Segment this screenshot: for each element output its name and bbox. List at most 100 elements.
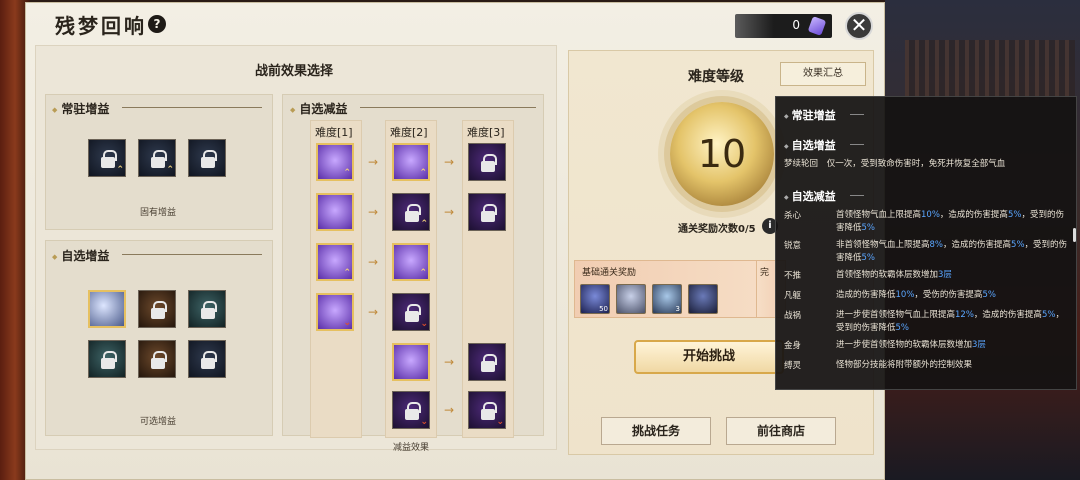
arrow-icon: → [444,155,455,169]
debuff-slot[interactable]: ⌃ [392,193,430,231]
page-title: 残梦回响 [55,14,147,38]
base-reward-label: 基础通关奖励 [582,268,637,278]
upgrade-icon: ⌃ [420,219,428,229]
reward-item-pouch[interactable] [616,284,646,314]
lock-icon [405,204,421,222]
optional-buff-slot[interactable] [138,340,176,378]
arrow-icon: → [444,403,455,417]
debuff-slot[interactable]: ⌄ [392,391,430,429]
arrow-icon: → [368,155,379,169]
reward-qty: 3 [675,305,680,313]
lock-icon [101,150,117,168]
challenge-task-button[interactable]: 挑战任务 [601,417,711,445]
effect-name: 杀心 [784,211,802,221]
go-to-shop-button[interactable]: 前往商店 [726,417,836,445]
lock-icon [405,304,421,322]
downgrade-icon: ⌄ [420,417,428,427]
debuff-slot-selected[interactable]: ⌃ [316,243,354,281]
upgrade-icon: ⌃ [419,268,427,278]
debuffs-footer: 减益效果 [393,443,430,453]
effect-name: 不推 [784,271,802,281]
tooltip-debuff-header: 自选减益 [784,188,836,204]
optional-buff-slot[interactable] [188,340,226,378]
optional-buff-slot-selected[interactable] [88,290,126,328]
lock-icon [481,204,497,222]
effect-desc: 造成的伤害降低10%，受伤的伤害提高5% [836,290,996,300]
debuff-slot-selected[interactable]: ⌃ [392,243,430,281]
upgrade-icon: ⌃ [343,168,351,178]
reward-qty: 50 [599,305,608,313]
effect-name: 梦续轮回 [784,159,819,169]
debuff-slot-selected[interactable]: ⌃ [392,143,430,181]
lock-icon [201,150,217,168]
fixed-buff-slot[interactable]: ⌃ [138,139,176,177]
tooltip-scrollbar[interactable] [1073,228,1076,242]
clear-reward-count: 通关奖励次数0/5 [678,224,756,235]
debuff-slot-selected[interactable] [392,343,430,381]
fixed-buff-slot[interactable]: ⌃ [88,139,126,177]
debuff-slot[interactable] [468,343,506,381]
effect-selection-title: 战前效果选择 [255,64,334,79]
arrow-icon: → [368,305,379,319]
debuff-slot-selected[interactable]: ⌄ [316,293,354,331]
upgrade-icon: ⌃ [166,165,174,175]
effect-desc: 非首领怪物气血上限提高8%，造成的伤害提高5%，受到的伤害降低5% [836,240,1068,263]
effect-desc: 首领怪物的软霸体层数增加3层 [836,270,952,280]
debuff-slot[interactable] [468,143,506,181]
currency-amount: 0 [792,18,800,32]
lock-icon [151,150,167,168]
divider [850,195,864,196]
optional-buffs-box [45,240,273,436]
debuff-slot[interactable]: ⌄ [468,391,506,429]
difficulty-level: 10 [697,132,747,176]
tooltip-fixed-header: 常驻增益 [784,107,836,123]
column-header: 难度[3] [467,126,505,139]
downgrade-icon: ⌄ [420,319,428,329]
tooltip-row: 梦续轮回 仅一次，受到致命伤害时，免死并恢复全部气血 [784,157,1005,169]
reward-item-bag[interactable]: 3 [652,284,682,314]
arrow-icon: → [368,255,379,269]
close-button[interactable]: ✕ [845,12,873,40]
lock-icon [481,402,497,420]
lock-icon [201,351,217,369]
effect-desc: 怪物部分技能将附带额外的控制效果 [836,360,973,370]
fixed-buffs-footer: 固有增益 [140,208,177,218]
divider [850,114,864,115]
debuff-slot-selected[interactable]: ⌃ [316,143,354,181]
column-header: 难度[2] [390,126,428,139]
divider [360,107,536,108]
reward-item-crystal[interactable]: 50 [580,284,610,314]
reward-item-potion[interactable] [688,284,718,314]
debuff-slot[interactable] [468,193,506,231]
start-challenge-button[interactable]: 开始挑战 [634,340,784,374]
effect-summary-button[interactable]: 效果汇总 [780,62,866,86]
effect-name: 战祸 [784,311,802,321]
optional-buff-slot[interactable] [138,290,176,328]
optional-buffs-footer: 可选增益 [140,417,177,427]
lock-icon [101,351,117,369]
effect-name: 凡躯 [784,291,802,301]
fixed-buff-slot[interactable] [188,139,226,177]
purple-gem-icon [807,16,827,36]
optional-buff-slot[interactable] [188,290,226,328]
optional-buff-slot[interactable] [88,340,126,378]
arrow-icon: → [444,355,455,369]
upgrade-icon: ⌃ [419,168,427,178]
divider [122,107,262,108]
divider [850,144,864,145]
debuff-slot-selected[interactable] [316,193,354,231]
debuff-slot[interactable]: ⌄ [392,293,430,331]
effect-desc: 进一步使首领怪物气血上限提高12%，造成的伤害提高5%，受到的伤害降低5% [836,310,1064,333]
currency-display: 0 [735,14,832,38]
lock-icon [481,154,497,172]
help-icon[interactable]: ? [148,15,166,33]
perfect-reward-label: 完 [760,268,770,278]
difficulty-title: 难度等级 [688,69,744,85]
downgrade-icon: ⌄ [343,318,351,328]
effect-desc: 首领怪物气血上限提高10%，造成的伤害提高5%，受到的伤害降低5% [836,210,1064,233]
upgrade-icon: ⌃ [116,165,124,175]
effect-name: 金身 [784,341,802,351]
effect-desc: 进一步使首领怪物的软霸体层数增加3层 [836,340,986,350]
upgrade-icon: ⌃ [343,268,351,278]
effect-name: 缚灵 [784,361,802,371]
